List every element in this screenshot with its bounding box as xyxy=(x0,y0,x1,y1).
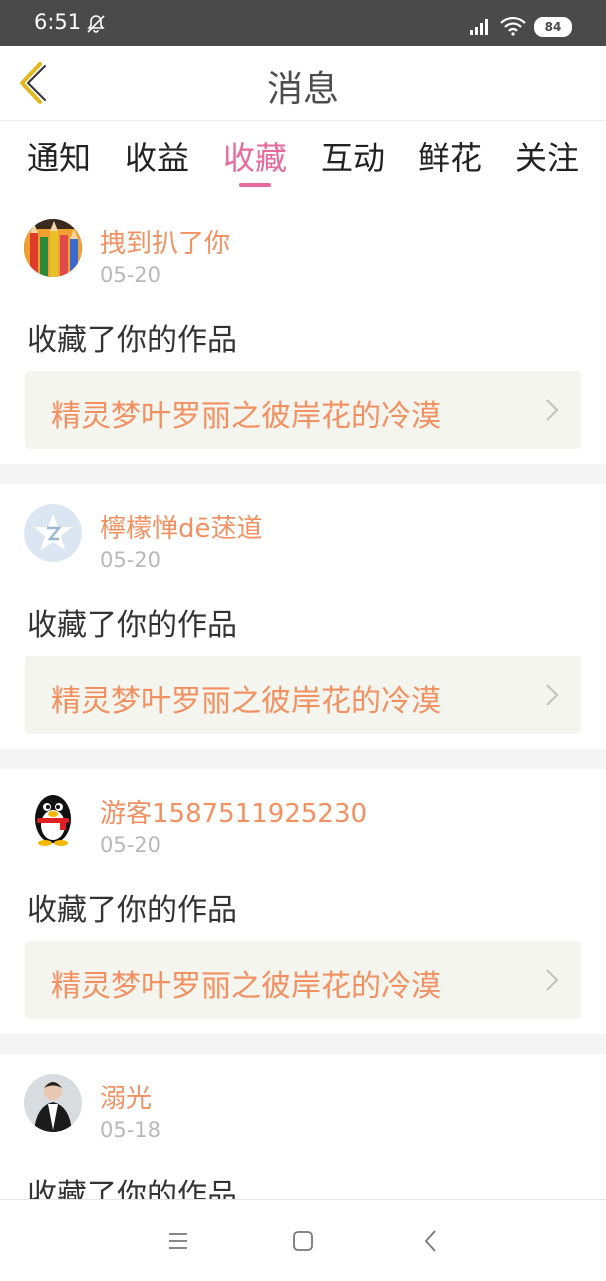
action-text: 收藏了你的作品 xyxy=(27,893,237,928)
pencils-avatar-icon xyxy=(24,219,82,277)
work-link[interactable]: 精灵梦叶罗丽之彼岸花的冷漠 xyxy=(25,371,581,449)
tab-notifications[interactable]: 通知 xyxy=(14,133,104,179)
divider xyxy=(0,749,606,769)
qq-penguin-avatar-icon xyxy=(24,789,82,847)
work-title: 精灵梦叶罗丽之彼岸花的冷漠 xyxy=(51,399,441,434)
chevron-right-icon xyxy=(546,969,559,991)
message-date: 05-18 xyxy=(100,1118,162,1142)
action-text: 收藏了你的作品 xyxy=(27,608,237,643)
system-nav-bar xyxy=(0,1199,606,1281)
person-avatar-icon xyxy=(24,1074,82,1132)
username[interactable]: 拽到扒了你 xyxy=(100,223,230,260)
tab-earnings[interactable]: 收益 xyxy=(112,133,202,179)
action-text: 收藏了你的作品 xyxy=(27,1178,237,1199)
list-item: 溺光 05-18 收藏了你的作品 xyxy=(0,1054,606,1199)
signal-icon xyxy=(470,19,488,35)
page-title: 消息 xyxy=(266,69,339,110)
menu-icon[interactable] xyxy=(163,1226,193,1256)
home-icon[interactable] xyxy=(288,1226,318,1256)
tab-flowers[interactable]: 鲜花 xyxy=(405,133,495,179)
divider xyxy=(0,1034,606,1054)
avatar[interactable] xyxy=(24,219,82,277)
avatar[interactable] xyxy=(24,789,82,847)
avatar[interactable] xyxy=(24,504,82,562)
battery-indicator: 84 xyxy=(534,17,572,37)
header: 消息 xyxy=(0,46,606,121)
action-text: 收藏了你的作品 xyxy=(27,323,237,358)
chevron-right-icon xyxy=(546,399,559,421)
back-nav-icon[interactable] xyxy=(416,1226,446,1256)
username[interactable]: 游客1587511925230 xyxy=(100,793,367,830)
notifications-off-icon xyxy=(87,15,105,33)
username[interactable]: 溺光 xyxy=(100,1078,152,1115)
default-star-avatar-icon xyxy=(24,504,82,562)
work-title: 精灵梦叶罗丽之彼岸花的冷漠 xyxy=(51,969,441,1004)
list-item: 檸檬惮dē蒁道 05-20 收藏了你的作品 精灵梦叶罗丽之彼岸花的冷漠 xyxy=(0,484,606,749)
chevron-right-icon xyxy=(546,684,559,706)
tab-favorites[interactable]: 收藏 xyxy=(210,133,300,179)
avatar[interactable] xyxy=(24,1074,82,1132)
tab-interactions[interactable]: 互动 xyxy=(308,133,398,179)
tab-follows[interactable]: 关注 xyxy=(502,133,592,179)
wifi-icon xyxy=(500,16,526,36)
divider xyxy=(0,464,606,484)
work-title: 精灵梦叶罗丽之彼岸花的冷漠 xyxy=(51,684,441,719)
status-bar: 6:51 84 xyxy=(0,0,606,46)
message-date: 05-20 xyxy=(100,833,162,857)
status-time: 6:51 xyxy=(34,10,82,34)
work-link[interactable]: 精灵梦叶罗丽之彼岸花的冷漠 xyxy=(25,941,581,1019)
active-tab-indicator xyxy=(239,183,271,187)
username[interactable]: 檸檬惮dē蒁道 xyxy=(100,508,263,545)
list-item: 游客1587511925230 05-20 收藏了你的作品 精灵梦叶罗丽之彼岸花… xyxy=(0,769,606,1034)
message-list: 拽到扒了你 05-20 收藏了你的作品 精灵梦叶罗丽之彼岸花的冷漠 檸檬惮dē蒁… xyxy=(0,199,606,1199)
message-date: 05-20 xyxy=(100,548,162,572)
work-link[interactable]: 精灵梦叶罗丽之彼岸花的冷漠 xyxy=(25,656,581,734)
tab-bar: 通知 收益 收藏 互动 鲜花 关注 xyxy=(0,121,606,199)
list-item: 拽到扒了你 05-20 收藏了你的作品 精灵梦叶罗丽之彼岸花的冷漠 xyxy=(0,199,606,464)
message-date: 05-20 xyxy=(100,263,162,287)
